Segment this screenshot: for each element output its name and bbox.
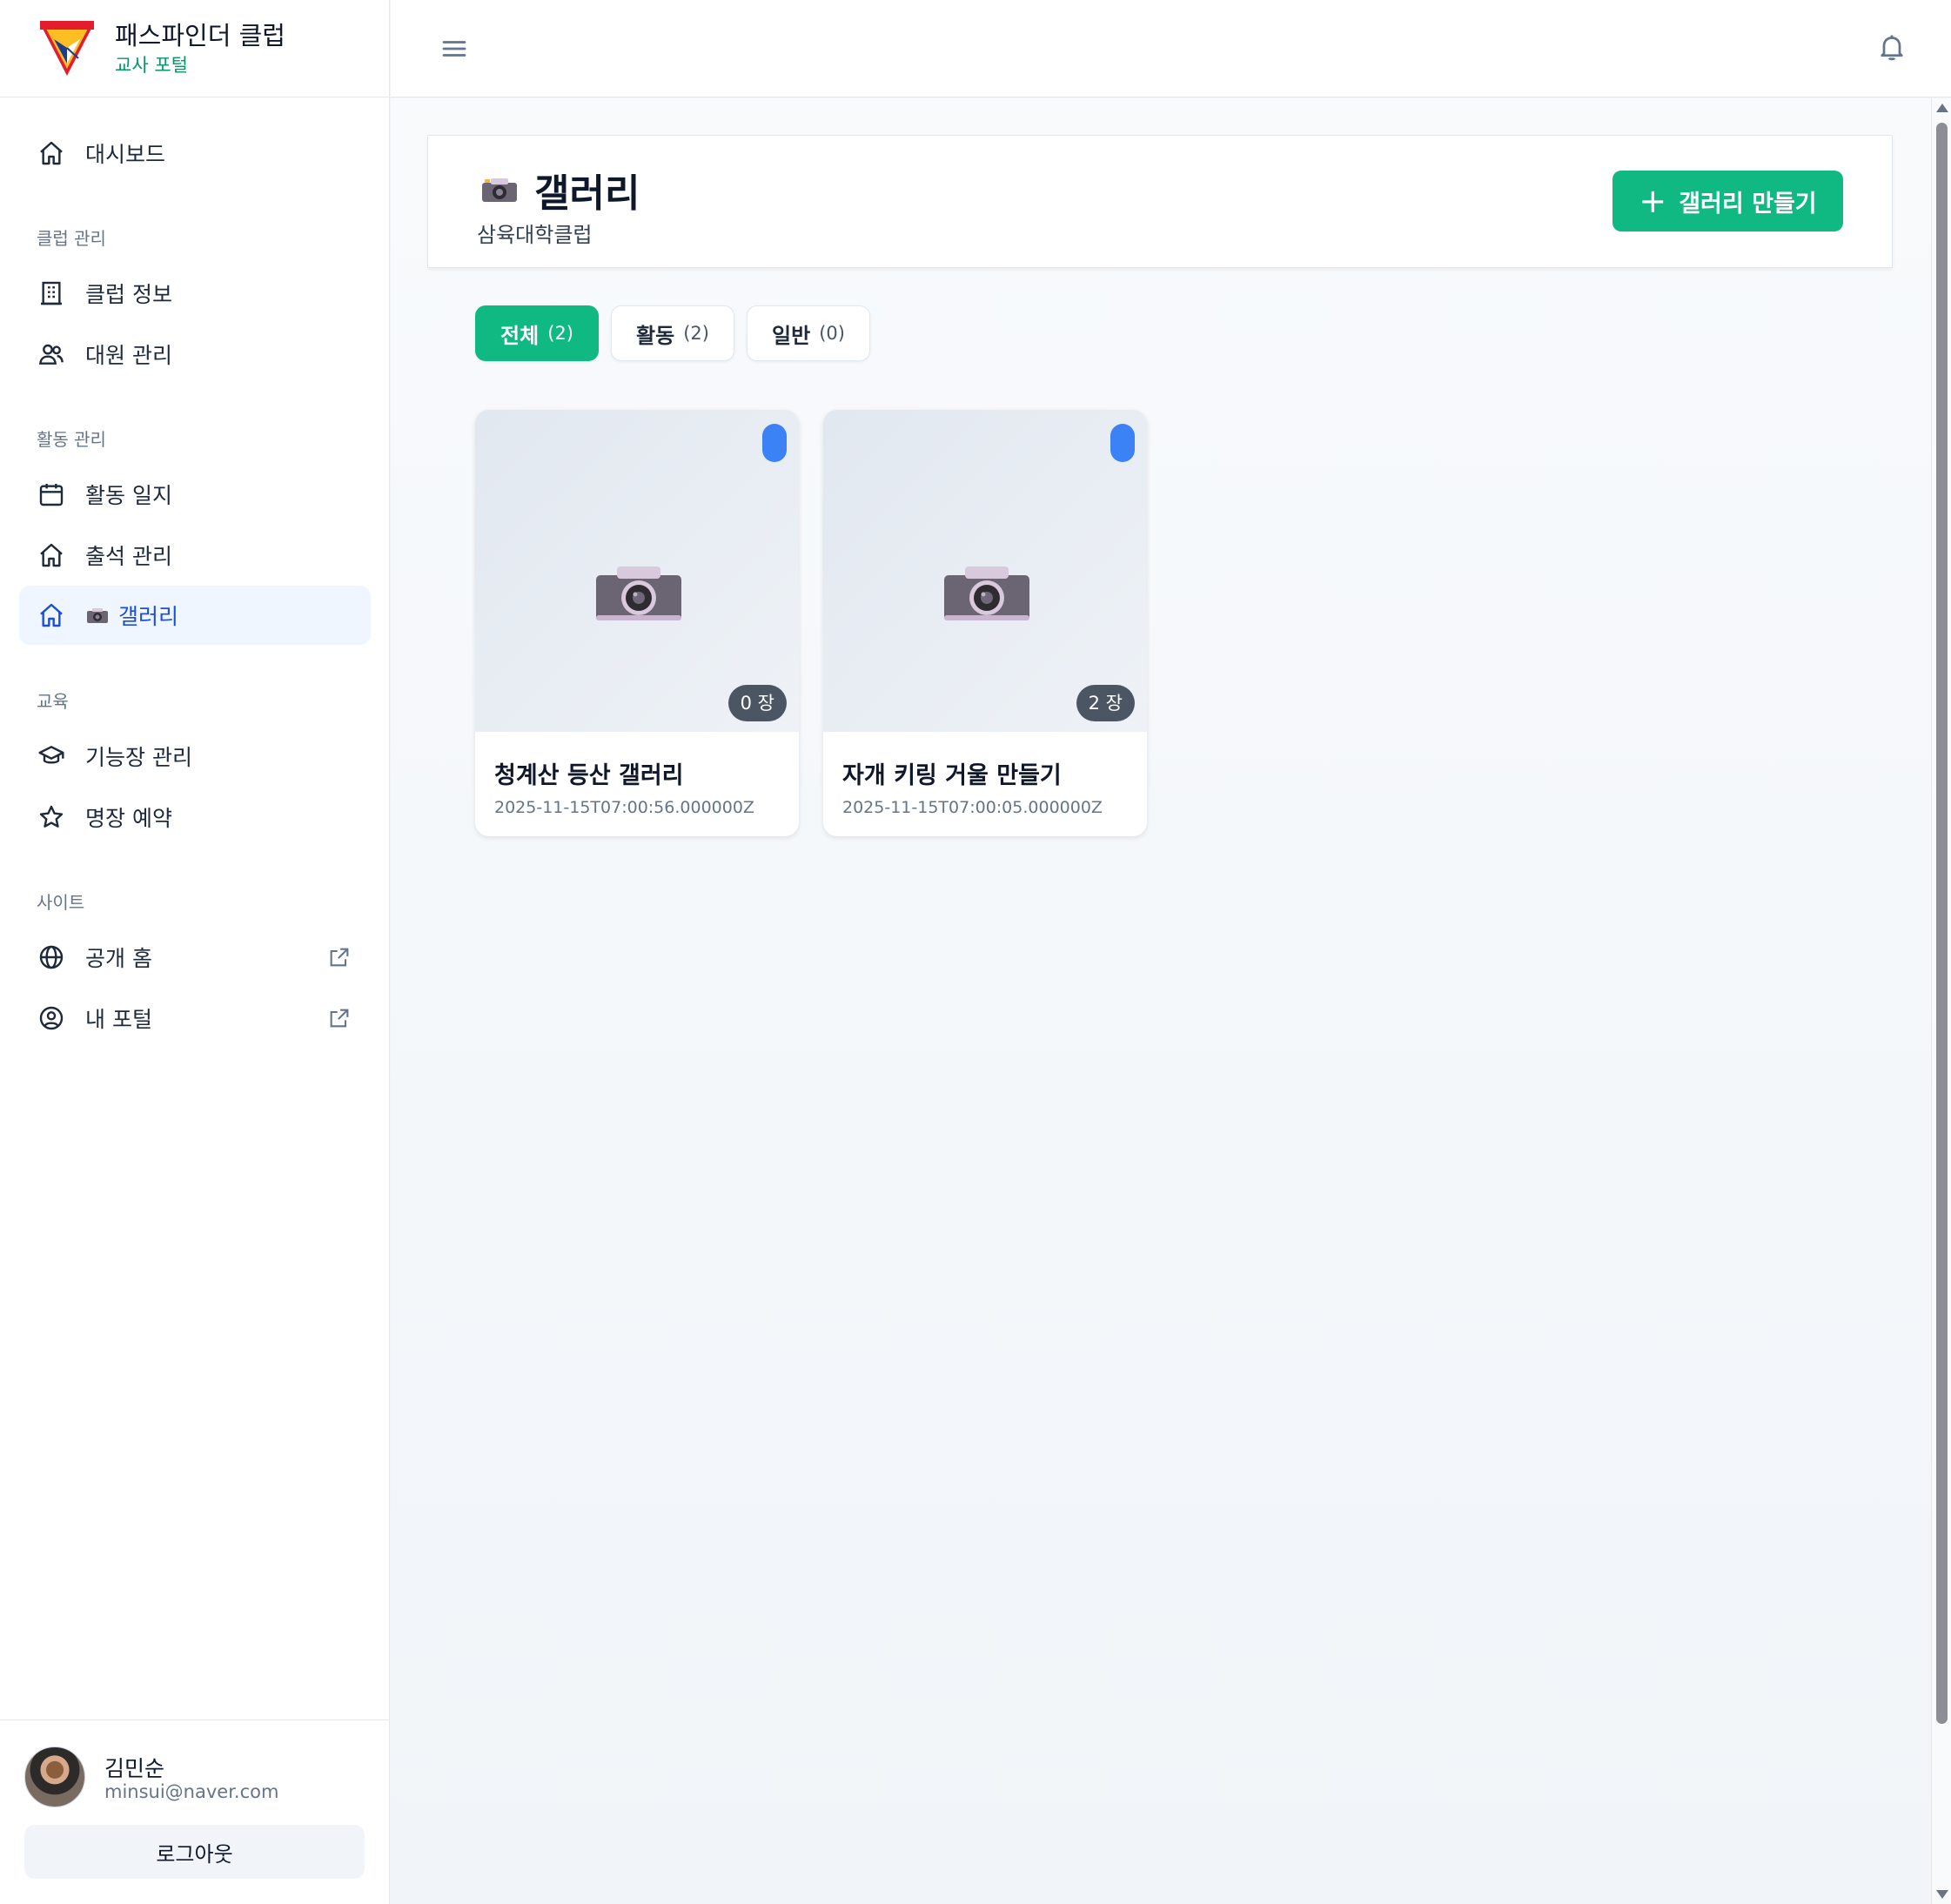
building-icon bbox=[37, 278, 66, 308]
calendar-icon bbox=[37, 479, 66, 509]
sidebar-item-label: 활동 일지 bbox=[85, 483, 172, 508]
camera-icon bbox=[596, 567, 681, 620]
sidebar-item-attendance[interactable]: 출석 관리 bbox=[19, 526, 371, 585]
sidebar-item-label: 클럽 정보 bbox=[85, 282, 172, 307]
tab-label: 전체 bbox=[500, 323, 540, 348]
sidebar-item-label: 대시보드 bbox=[85, 142, 166, 167]
bell-icon[interactable] bbox=[1876, 31, 1907, 63]
user-email: minsui@naver.com bbox=[104, 1781, 279, 1802]
sidebar-item-public-home[interactable]: 공개 홈 bbox=[19, 928, 371, 987]
sidebar-item-my-portal[interactable]: 내 포털 bbox=[19, 989, 371, 1048]
create-gallery-button[interactable]: + 갤러리 만들기 bbox=[1612, 171, 1843, 231]
sidebar-item-label: 출석 관리 bbox=[85, 544, 172, 569]
tab-label: 활동 bbox=[636, 323, 675, 348]
camera-icon bbox=[482, 178, 517, 202]
avatar[interactable] bbox=[24, 1746, 85, 1807]
sidebar-item-master-booking[interactable]: 명장 예약 bbox=[19, 788, 371, 847]
gallery-thumbnail: 0 장 bbox=[475, 410, 799, 732]
status-badge bbox=[762, 424, 787, 462]
pathfinder-logo bbox=[40, 20, 94, 76]
sidebar-item-club-info[interactable]: 클럽 정보 bbox=[19, 264, 371, 323]
brand-subtitle: 교사 포털 bbox=[115, 54, 188, 76]
sidebar-item-label: 내 포털 bbox=[85, 1007, 152, 1032]
star-icon bbox=[37, 802, 66, 832]
tab-all[interactable]: 전체 (2) bbox=[475, 305, 599, 361]
external-link-icon bbox=[327, 945, 352, 969]
section-education: 교육 bbox=[37, 691, 69, 712]
logout-button[interactable]: 로그아웃 bbox=[24, 1825, 365, 1879]
sidebar-item-dashboard[interactable]: 대시보드 bbox=[19, 124, 371, 183]
page-header: 갤러리 삼육대학클럽 + 갤러리 만들기 bbox=[427, 135, 1893, 268]
tab-activity[interactable]: 활동 (2) bbox=[611, 305, 734, 361]
users-icon bbox=[37, 339, 66, 369]
gallery-date: 2025-11-15T07:00:05.000000Z bbox=[842, 798, 1103, 817]
home-icon bbox=[37, 138, 66, 168]
gallery-date: 2025-11-15T07:00:56.000000Z bbox=[494, 798, 754, 817]
tab-count: (0) bbox=[819, 323, 845, 344]
tab-count: (2) bbox=[547, 323, 573, 344]
sidebar: 패스파인더 클럽 교사 포털 대시보드 클럽 관리 클럽 정보 대원 관리 활동… bbox=[0, 0, 390, 1904]
photo-count-badge: 2 장 bbox=[1076, 685, 1135, 721]
scroll-down-arrow-icon[interactable] bbox=[1936, 1890, 1948, 1899]
tab-label: 일반 bbox=[772, 323, 811, 348]
external-link-icon bbox=[327, 1006, 352, 1030]
sidebar-item-activity-log[interactable]: 활동 일지 bbox=[19, 465, 371, 524]
gallery-card[interactable]: 2 장 자개 키링 거울 만들기 2025-11-15T07:00:05.000… bbox=[823, 410, 1147, 836]
sidebar-item-label: 대원 관리 bbox=[85, 343, 172, 368]
globe-icon bbox=[37, 942, 66, 972]
section-activity: 활동 관리 bbox=[37, 429, 106, 450]
sidebar-item-label: 갤러리 bbox=[118, 604, 179, 629]
plus-icon: + bbox=[1639, 182, 1667, 220]
page-subtitle: 삼육대학클럽 bbox=[477, 223, 593, 247]
home-icon bbox=[37, 540, 66, 570]
sidebar-item-label: 명장 예약 bbox=[85, 806, 172, 831]
user-panel: 김민순 minsui@naver.com 로그아웃 bbox=[0, 1720, 389, 1904]
scrollbar[interactable] bbox=[1931, 98, 1951, 1904]
sidebar-item-label: 공개 홈 bbox=[85, 946, 152, 971]
sidebar-item-gallery[interactable]: 갤러리 bbox=[19, 586, 371, 645]
create-gallery-label: 갤러리 만들기 bbox=[1679, 190, 1817, 218]
status-badge bbox=[1110, 424, 1135, 462]
gallery-title: 청계산 등산 갤러리 bbox=[494, 762, 684, 789]
page-title: 갤러리 bbox=[480, 162, 640, 218]
scroll-thumb[interactable] bbox=[1936, 123, 1948, 1724]
gallery-title: 자개 키링 거울 만들기 bbox=[842, 762, 1062, 789]
graduation-cap-icon bbox=[37, 741, 66, 771]
tab-general[interactable]: 일반 (0) bbox=[747, 305, 870, 361]
section-club: 클럽 관리 bbox=[37, 228, 106, 249]
gallery-card[interactable]: 0 장 청계산 등산 갤러리 2025-11-15T07:00:56.00000… bbox=[475, 410, 799, 836]
hamburger-icon[interactable] bbox=[439, 33, 470, 64]
sidebar-item-members[interactable]: 대원 관리 bbox=[19, 325, 371, 384]
photo-count-badge: 0 장 bbox=[727, 685, 787, 721]
user-name: 김민순 bbox=[104, 1756, 165, 1781]
sidebar-item-honors[interactable]: 기능장 관리 bbox=[19, 727, 371, 786]
camera-icon bbox=[944, 567, 1029, 620]
gallery-thumbnail: 2 장 bbox=[823, 410, 1147, 732]
main-content: 갤러리 삼육대학클럽 + 갤러리 만들기 전체 (2) 활동 (2) 일반 (0… bbox=[391, 98, 1931, 1904]
brand-title: 패스파인더 클럽 bbox=[115, 20, 285, 50]
brand[interactable]: 패스파인더 클럽 교사 포털 bbox=[0, 0, 389, 97]
page-title-text: 갤러리 bbox=[534, 171, 640, 216]
topbar bbox=[391, 0, 1951, 97]
home-icon bbox=[37, 600, 66, 630]
section-site: 사이트 bbox=[37, 892, 85, 913]
scroll-up-arrow-icon[interactable] bbox=[1936, 104, 1948, 112]
tab-count: (2) bbox=[683, 323, 709, 344]
filter-tabs: 전체 (2) 활동 (2) 일반 (0) bbox=[475, 305, 882, 361]
sidebar-item-label: 기능장 관리 bbox=[85, 745, 192, 770]
user-circle-icon bbox=[37, 1003, 66, 1033]
camera-icon bbox=[85, 606, 110, 625]
